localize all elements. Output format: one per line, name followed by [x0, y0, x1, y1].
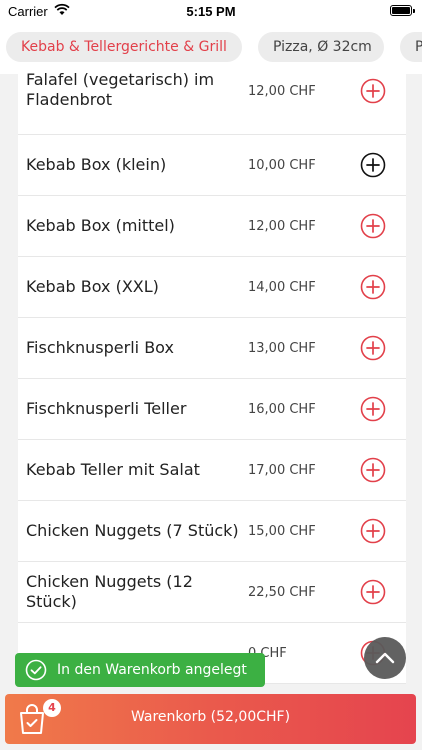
add-to-cart-icon[interactable] — [360, 213, 386, 239]
menu-item-name: Falafel (vegetarisch) im Fladenbrot — [26, 70, 215, 109]
menu-item-name: Chicken Nuggets (7 Stück) — [26, 521, 239, 540]
menu-item-row[interactable]: Falafel (vegetarisch) im Fladenbrot 12,00… — [18, 70, 406, 135]
home-indicator-area — [0, 744, 422, 750]
menu-item-name: Kebab Teller mit Salat — [26, 460, 200, 479]
menu-item-name: Fischknusperli Teller — [26, 399, 187, 418]
menu-item-name: Kebab Box (XXL) — [26, 277, 159, 296]
menu-item-row[interactable]: Chicken Nuggets (12 Stück) 22,50 CHF — [18, 562, 406, 623]
chevron-up-icon — [375, 652, 395, 664]
menu-item-row[interactable]: Kebab Box (XXL) 14,00 CHF — [18, 257, 406, 318]
menu-item-row[interactable]: Kebab Box (mittel) 12,00 CHF — [18, 196, 406, 257]
menu-item-row[interactable]: Chicken Nuggets (7 Stück) 15,00 CHF — [18, 501, 406, 562]
add-to-cart-icon[interactable] — [360, 518, 386, 544]
menu-item-price: 10,00 CHF — [248, 157, 316, 173]
scroll-to-top-button[interactable] — [364, 637, 406, 679]
check-circle-icon — [25, 659, 47, 681]
menu-item-name: Kebab Box (klein) — [26, 155, 167, 174]
tab-kebab-tellergerichte-grill[interactable]: Kebab & Tellergerichte & Grill — [6, 32, 242, 62]
add-to-cart-icon[interactable] — [360, 396, 386, 422]
menu-item-name: Kebab Box (mittel) — [26, 216, 175, 235]
cart-button[interactable]: 4 Warenkorb (52,00CHF) — [5, 694, 416, 744]
menu-item-price: 12,00 CHF — [248, 218, 316, 234]
menu-item-name: Fischknusperli Box — [26, 338, 174, 357]
menu-item-price: 13,00 CHF — [248, 340, 316, 356]
menu-item-price: 17,00 CHF — [248, 462, 316, 478]
menu-item-row[interactable]: Kebab Box (klein) 10,00 CHF — [18, 135, 406, 196]
menu-item-list: Falafel (vegetarisch) im Fladenbrot 12,00… — [18, 70, 406, 684]
menu-item-row[interactable]: Fischknusperli Box 13,00 CHF — [18, 318, 406, 379]
add-to-cart-icon[interactable] — [360, 457, 386, 483]
tab-next-category[interactable]: P — [400, 32, 422, 62]
add-to-cart-icon[interactable] — [360, 579, 386, 605]
menu-item-price: 16,00 CHF — [248, 401, 316, 417]
add-to-cart-icon[interactable] — [360, 152, 386, 178]
add-to-cart-icon[interactable] — [360, 335, 386, 361]
add-to-cart-icon[interactable] — [360, 78, 386, 104]
menu-item-row[interactable]: Fischknusperli Teller 16,00 CHF — [18, 379, 406, 440]
menu-item-row[interactable]: Kebab Teller mit Salat 17,00 CHF — [18, 440, 406, 501]
cart-total-label: Warenkorb (52,00CHF) — [130, 709, 291, 725]
added-to-cart-toast: In den Warenkorb angelegt — [15, 653, 265, 687]
menu-item-name: Chicken Nuggets (12 Stück) — [26, 572, 193, 611]
menu-item-price: 12,00 CHF — [248, 83, 316, 99]
battery-icon — [390, 5, 415, 16]
add-to-cart-icon[interactable] — [360, 274, 386, 300]
clock: 5:15 PM — [186, 4, 236, 19]
tab-pizza[interactable]: Pizza, Ø 32cm — [258, 32, 384, 62]
menu-item-price: 14,00 CHF — [248, 279, 316, 295]
toast-message: In den Warenkorb angelegt — [57, 662, 247, 678]
status-bar: Carrier 5:15 PM — [0, 0, 422, 24]
menu-item-price: 15,00 CHF — [248, 523, 316, 539]
menu-item-price: 22,50 CHF — [248, 584, 316, 600]
